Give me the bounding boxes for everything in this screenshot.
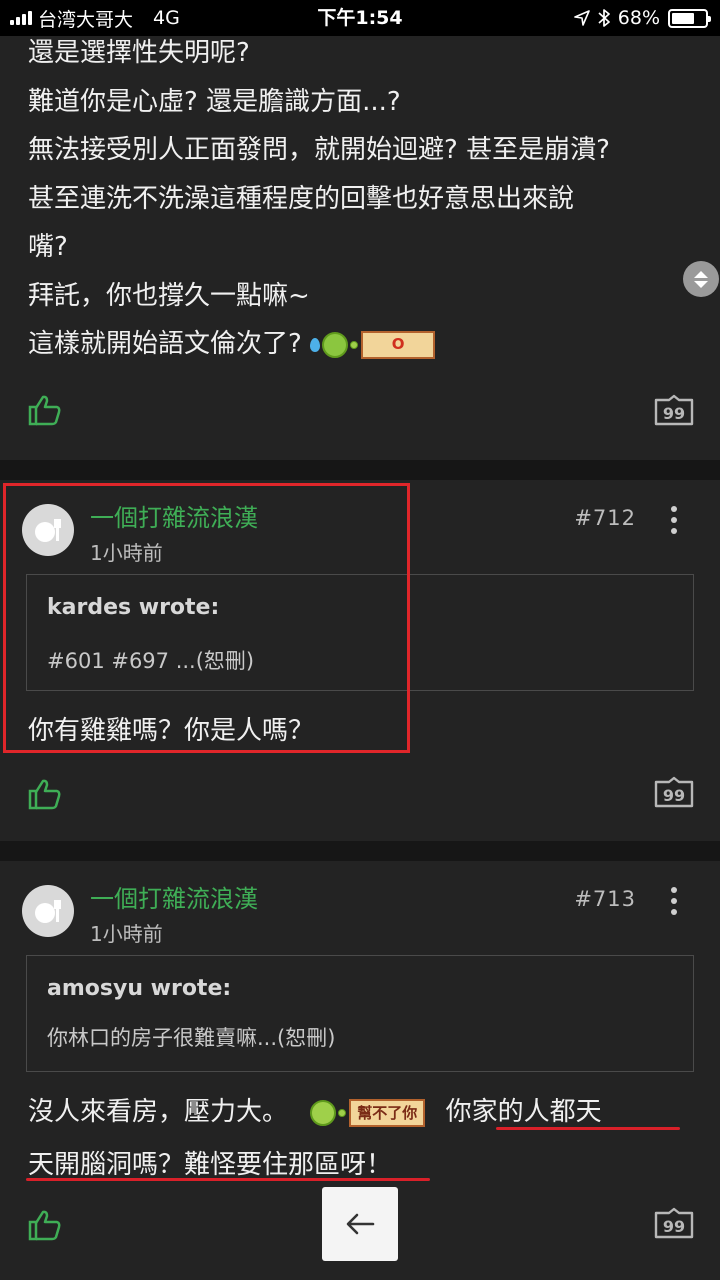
avatar[interactable] xyxy=(22,885,74,937)
avatar-icon xyxy=(35,900,61,923)
post-body: 還是選擇性失明呢? 難道你是心虛? 還是膽識方面...? 無法接受別人正面發問，… xyxy=(28,29,610,369)
thumbs-up-icon[interactable] xyxy=(28,778,62,810)
author-name[interactable]: 一個打雜流浪漢 xyxy=(90,879,258,914)
quote-author: amosyu wrote: xyxy=(47,976,232,1001)
post-line: 還是選擇性失明呢? xyxy=(28,38,250,68)
post-line: 甚至連洗不洗澡這種程度的回擊也好意思出來說 xyxy=(28,183,575,214)
svg-text:99: 99 xyxy=(663,1217,685,1236)
quote-icon[interactable]: 99 xyxy=(654,1207,694,1239)
quote-block: amosyu wrote: 你林口的房子很難賣嘛...(恕刪) xyxy=(26,955,694,1072)
quote-icon[interactable]: 99 xyxy=(654,394,694,426)
emoji-sticker: 幫不了你 xyxy=(310,1098,426,1127)
battery-percent: 68% xyxy=(617,7,660,29)
smiley-icon xyxy=(310,1099,337,1126)
post-line: 這樣就開始語文倫次了? xyxy=(28,329,302,359)
divider xyxy=(0,841,720,861)
smiley-icon xyxy=(322,331,349,358)
post-line: 拜託，你也撐久一點嘛~ xyxy=(28,280,310,311)
reply-part: 沒人來看房，壓力大。 xyxy=(28,1097,289,1127)
post-card-711: 還是選擇性失明呢? 難道你是心虛? 還是膽識方面...? 無法接受別人正面發問，… xyxy=(0,36,720,460)
floor-number[interactable]: #713 xyxy=(574,887,636,911)
floor-number[interactable]: #712 xyxy=(574,506,636,530)
more-vertical-icon[interactable] xyxy=(670,506,678,534)
thumbs-up-icon[interactable] xyxy=(28,1209,62,1241)
chevron-up-icon xyxy=(694,270,708,278)
post-time: 1小時前 xyxy=(90,922,163,946)
svg-text:99: 99 xyxy=(663,786,685,805)
thumbs-up-icon[interactable] xyxy=(28,394,62,426)
chevron-down-icon xyxy=(694,280,708,288)
reply-part: 你家的人都天 xyxy=(445,1097,602,1127)
emoji-sticker: O xyxy=(310,330,436,359)
sticker-sign: O xyxy=(361,330,436,359)
highlight-underline xyxy=(26,1178,430,1181)
post-line-last: 這樣就開始語文倫次了? O xyxy=(28,320,610,369)
more-vertical-icon[interactable] xyxy=(670,887,678,915)
quote-icon[interactable]: 99 xyxy=(654,776,694,808)
reply-line-1: 沒人來看房，壓力大。 幫不了你 你家的人都天 xyxy=(28,1091,602,1128)
highlight-underline xyxy=(496,1127,680,1130)
arrow-left-icon xyxy=(346,1213,375,1235)
bluetooth-icon xyxy=(598,9,610,27)
sweat-drop-icon xyxy=(310,337,321,352)
location-icon xyxy=(573,10,590,26)
highlight-box xyxy=(3,483,410,753)
scroll-handle[interactable] xyxy=(683,261,719,297)
back-button[interactable] xyxy=(322,1187,398,1261)
sticker-sign: 幫不了你 xyxy=(349,1098,426,1127)
quote-text: 你林口的房子很難賣嘛...(恕刪) xyxy=(47,1026,336,1050)
post-line: 難道你是心虛? 還是膽識方面...? xyxy=(28,86,401,117)
post-line: 嘴? xyxy=(28,232,68,262)
svg-text:99: 99 xyxy=(663,404,685,423)
reply-line-2: 天開腦洞嗎？難怪要住那區呀！ xyxy=(28,1150,393,1180)
battery-icon xyxy=(668,8,711,28)
post-line: 無法接受別人正面發問，就開始迴避? 甚至是崩潰? xyxy=(28,135,610,165)
divider xyxy=(0,460,720,480)
